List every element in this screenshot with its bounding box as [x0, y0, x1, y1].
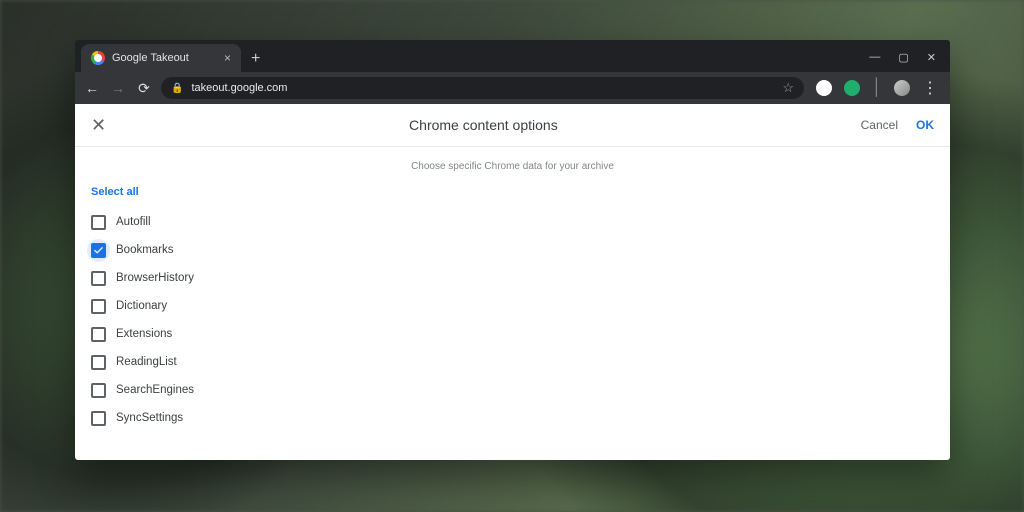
ok-button[interactable]: OK — [916, 118, 934, 132]
option-row[interactable]: Bookmarks — [91, 236, 934, 264]
option-label: Extensions — [116, 328, 172, 340]
window-controls: — ▢ ✕ — [869, 51, 950, 72]
profile-avatar[interactable] — [894, 80, 910, 96]
options-list: Select all Autofill Bookmarks BrowserHisto… — [75, 180, 950, 438]
browser-tab[interactable]: Google Takeout × — [81, 44, 241, 72]
minimize-icon[interactable]: — — [869, 51, 880, 64]
checkbox[interactable] — [91, 355, 106, 370]
option-row[interactable]: SyncSettings — [91, 404, 934, 432]
select-all-link[interactable]: Select all — [91, 186, 934, 198]
url-text: takeout.google.com — [191, 82, 287, 94]
bookmark-star-icon[interactable]: ☆ — [782, 80, 794, 96]
option-label: Autofill — [116, 216, 151, 228]
checkbox[interactable] — [91, 243, 106, 258]
checkbox[interactable] — [91, 215, 106, 230]
dialog-close-icon[interactable]: ✕ — [91, 115, 106, 136]
checkbox[interactable] — [91, 299, 106, 314]
tab-close-icon[interactable]: × — [224, 52, 231, 64]
tab-title: Google Takeout — [112, 52, 189, 64]
option-label: SyncSettings — [116, 412, 183, 424]
checkbox[interactable] — [91, 271, 106, 286]
separator-icon: │ — [872, 79, 882, 97]
option-row[interactable]: SearchEngines — [91, 376, 934, 404]
option-label: ReadingList — [116, 356, 177, 368]
extension-icon[interactable] — [816, 80, 832, 96]
forward-icon[interactable]: → — [109, 80, 127, 96]
cancel-button[interactable]: Cancel — [861, 118, 898, 132]
option-row[interactable]: Extensions — [91, 320, 934, 348]
back-icon[interactable]: ← — [83, 80, 101, 96]
address-bar[interactable]: 🔒 takeout.google.com ☆ — [161, 77, 804, 99]
option-row[interactable]: Dictionary — [91, 292, 934, 320]
browser-window: Google Takeout × + — ▢ ✕ ← → ⟳ 🔒 takeout… — [75, 40, 950, 460]
option-row[interactable]: ReadingList — [91, 348, 934, 376]
option-label: BrowserHistory — [116, 272, 194, 284]
titlebar: Google Takeout × + — ▢ ✕ — [75, 40, 950, 72]
option-label: Bookmarks — [116, 244, 174, 256]
dialog-title: Chrome content options — [106, 117, 861, 133]
lock-icon: 🔒 — [171, 83, 183, 94]
extension-icons: │ ⋮ — [812, 78, 942, 98]
option-label: Dictionary — [116, 300, 167, 312]
extension-icon[interactable] — [844, 80, 860, 96]
dialog-header: ✕ Chrome content options Cancel OK — [75, 104, 950, 147]
option-row[interactable]: BrowserHistory — [91, 264, 934, 292]
reload-icon[interactable]: ⟳ — [135, 80, 153, 97]
checkbox[interactable] — [91, 327, 106, 342]
option-label: SearchEngines — [116, 384, 194, 396]
checkbox[interactable] — [91, 383, 106, 398]
close-window-icon[interactable]: ✕ — [927, 51, 936, 64]
option-row[interactable]: Autofill — [91, 208, 934, 236]
browser-toolbar: ← → ⟳ 🔒 takeout.google.com ☆ │ ⋮ — [75, 72, 950, 104]
page-content: ✕ Chrome content options Cancel OK Choos… — [75, 104, 950, 460]
maximize-icon[interactable]: ▢ — [898, 51, 908, 64]
checkbox[interactable] — [91, 411, 106, 426]
favicon-icon — [91, 51, 105, 65]
menu-dots-icon[interactable]: ⋮ — [922, 78, 938, 98]
dialog-subtitle: Choose specific Chrome data for your arc… — [75, 147, 950, 180]
new-tab-button[interactable]: + — [241, 50, 270, 72]
